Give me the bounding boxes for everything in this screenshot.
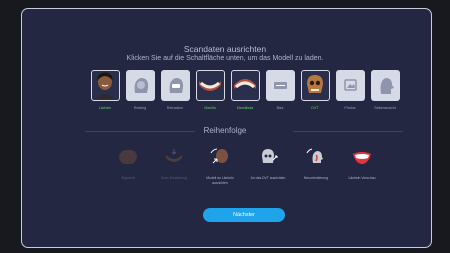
side-view-icon xyxy=(380,78,394,94)
page-title: Scandaten ausrichten xyxy=(183,44,267,54)
step-label-segment: Segment xyxy=(121,176,135,180)
tile-retraction[interactable] xyxy=(161,70,190,101)
dvt-skull-icon xyxy=(307,75,323,93)
step-label-align-smile: Modell an Lächeln ausrichten xyxy=(206,176,234,185)
reorient-icon xyxy=(306,148,323,163)
head-profile-icon xyxy=(134,78,149,93)
tile-label-mandibula: Mandibula xyxy=(236,106,254,110)
step-smile-preview[interactable] xyxy=(351,147,373,167)
tile-label-smile: Lächeln xyxy=(98,106,112,110)
page-subtitle: Klicken Sie auf die Schaltfläche unten, … xyxy=(126,55,324,62)
step-label-align-dvt: An das DVT ausrichten xyxy=(250,176,286,180)
align-to-dvt-icon xyxy=(262,149,278,163)
segment-icon xyxy=(119,149,137,165)
step-align-smile[interactable] xyxy=(209,147,231,167)
tile-smile[interactable] xyxy=(91,70,120,101)
next-button[interactable]: Nächster xyxy=(203,208,285,222)
order-title: Reihenfolge xyxy=(203,126,247,135)
tile-label-photos: Photos xyxy=(344,106,356,110)
tile-label-side-view: Seitenansicht xyxy=(374,106,396,110)
step-label-reorient: Neuorientierung xyxy=(303,176,329,180)
step-label-smile-preview: Lächeln Vorschau xyxy=(348,176,376,180)
tile-label-maxilla: Maxilla xyxy=(204,106,216,110)
step-segment[interactable] xyxy=(117,147,139,167)
photo-icon xyxy=(344,79,357,91)
tile-label-bite: Biss xyxy=(276,106,284,110)
scan-setup-icon xyxy=(166,149,182,162)
tile-label-resting: Resting xyxy=(133,106,147,110)
align-to-smile-icon xyxy=(210,148,228,164)
bite-icon xyxy=(274,82,287,89)
face-photo-icon xyxy=(96,72,114,99)
tile-mandibula[interactable] xyxy=(231,70,260,101)
step-reorient[interactable] xyxy=(305,147,327,167)
step-scan-setup[interactable] xyxy=(163,147,185,167)
smile-preview-icon xyxy=(353,152,371,164)
step-label-scan-setup: Scan Einrichtung xyxy=(161,176,187,180)
mandibula-scan-icon xyxy=(234,79,256,89)
step-align-dvt[interactable] xyxy=(257,147,279,167)
tile-resting[interactable] xyxy=(126,70,155,101)
tile-label-dvt: DVT xyxy=(311,106,319,110)
retracted-teeth-icon xyxy=(169,78,184,93)
tile-bite[interactable] xyxy=(266,70,295,101)
tile-dvt[interactable] xyxy=(301,70,330,101)
tile-side-view[interactable] xyxy=(371,70,400,101)
maxilla-scan-icon xyxy=(199,81,221,91)
tile-label-retraction: Retraction xyxy=(166,106,184,110)
tile-photos[interactable] xyxy=(336,70,365,101)
tile-maxilla[interactable] xyxy=(196,70,225,101)
